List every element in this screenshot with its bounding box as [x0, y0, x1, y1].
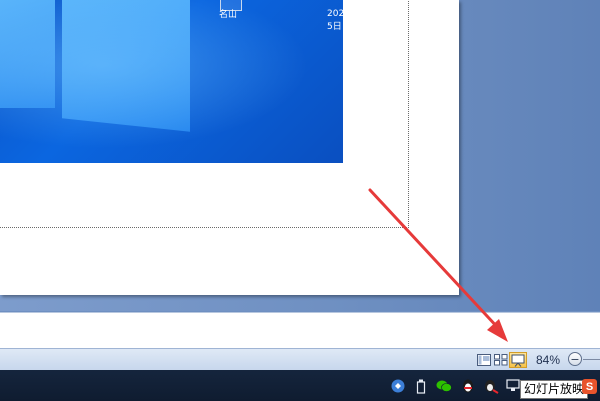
- slideshow-tooltip: 幻灯片放映: [520, 380, 589, 399]
- zoom-slider-track[interactable]: [583, 359, 600, 360]
- notes-pane[interactable]: [0, 312, 600, 349]
- sogou-badge-label: S: [585, 380, 594, 393]
- slide-show-icon: [511, 354, 525, 367]
- qq-penguin-alt-icon[interactable]: [483, 378, 499, 394]
- usb-device-icon[interactable]: [413, 378, 429, 394]
- slide-show-button[interactable]: [509, 352, 527, 368]
- security-shield-icon[interactable]: [390, 378, 406, 394]
- windows-taskbar: 幻灯片放映 S: [0, 370, 600, 401]
- zoom-level[interactable]: 84%: [536, 353, 560, 367]
- slide-sorter-icon: [494, 354, 508, 366]
- normal-view-icon: [477, 354, 491, 366]
- qq-penguin-icon[interactable]: [460, 378, 476, 394]
- wechat-icon[interactable]: [436, 378, 452, 394]
- slide-sorter-button[interactable]: [492, 352, 510, 368]
- network-icon[interactable]: [505, 378, 521, 394]
- minus-icon: −: [570, 352, 580, 366]
- normal-view-button[interactable]: [475, 352, 493, 368]
- slide-canvas[interactable]: 名山 202 5日: [0, 0, 459, 295]
- zoom-out-button[interactable]: −: [568, 352, 582, 366]
- status-bar: 84% −: [0, 348, 600, 371]
- content-placeholder-border: [0, 0, 409, 228]
- sogou-input-icon[interactable]: S: [582, 379, 597, 394]
- slide-workspace: 名山 202 5日: [0, 0, 600, 311]
